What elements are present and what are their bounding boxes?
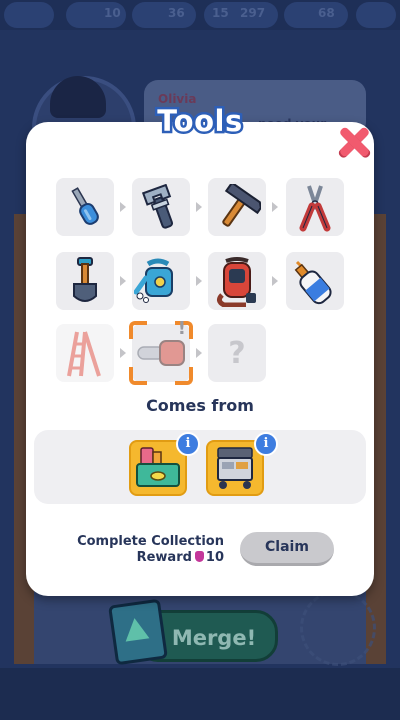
hammer-icon bbox=[222, 184, 261, 227]
resource-value-1: 10 bbox=[104, 6, 121, 20]
item-row-2 bbox=[56, 252, 346, 310]
pruning-shears-icon bbox=[299, 185, 331, 232]
glue-bottle-icon bbox=[294, 260, 332, 305]
item-leaf-blower[interactable] bbox=[208, 252, 266, 310]
item-unknown: ? bbox=[208, 324, 266, 382]
exclamation-icon: ! bbox=[177, 318, 186, 339]
reward-prefix: Reward bbox=[136, 550, 192, 565]
close-icon[interactable] bbox=[338, 126, 370, 158]
leaf-blower-icon bbox=[216, 257, 256, 307]
resource-pill-2: 36 bbox=[132, 2, 196, 28]
settings-button[interactable] bbox=[356, 2, 396, 28]
info-icon[interactable]: i bbox=[254, 432, 278, 456]
item-shovel[interactable] bbox=[56, 252, 114, 310]
gem-icon bbox=[194, 551, 204, 562]
stepladder-icon bbox=[67, 331, 101, 377]
arrow-icon bbox=[272, 276, 278, 286]
selection-corner bbox=[175, 367, 193, 385]
arrow-icon bbox=[196, 276, 202, 286]
stamp-decoration bbox=[300, 590, 376, 666]
sources-panel bbox=[34, 430, 366, 504]
collection-label: Complete Collection bbox=[77, 534, 224, 549]
arrow-icon bbox=[120, 202, 126, 212]
merge-triangle-icon bbox=[122, 616, 150, 642]
arrow-icon bbox=[272, 202, 278, 212]
arrow-icon bbox=[196, 348, 202, 358]
wrench-icon bbox=[141, 184, 174, 229]
resource-pill-3: 15 297 bbox=[204, 2, 278, 28]
selection-corner bbox=[129, 321, 147, 339]
item-row-1 bbox=[56, 178, 346, 236]
item-glue-bottle[interactable] bbox=[286, 252, 344, 310]
shovel-icon bbox=[73, 257, 97, 302]
reward-amount: 10 bbox=[205, 550, 224, 565]
question-mark-icon: ? bbox=[228, 335, 246, 371]
resource-value-4: 297 bbox=[240, 6, 266, 20]
resource-value-3: 15 bbox=[212, 6, 229, 20]
resource-pill-4: 68 bbox=[284, 2, 348, 28]
reward-label: Reward 10 bbox=[60, 550, 224, 565]
claim-button[interactable]: Claim bbox=[240, 532, 334, 566]
item-row-3: ! ? bbox=[56, 318, 346, 385]
watering-can-icon bbox=[134, 258, 173, 303]
item-stepladder-locked[interactable] bbox=[56, 324, 114, 382]
info-icon[interactable]: i bbox=[176, 432, 200, 456]
profile-button[interactable] bbox=[4, 2, 54, 28]
item-screwdriver[interactable] bbox=[56, 178, 114, 236]
resource-value-2: 36 bbox=[168, 6, 185, 20]
resource-pill-1: 10 bbox=[66, 2, 126, 28]
tool-cart-icon bbox=[217, 447, 253, 489]
arrow-icon bbox=[120, 348, 126, 358]
selection-corner bbox=[129, 367, 147, 385]
item-chainsaw-selected[interactable]: ! bbox=[129, 318, 193, 385]
screwdriver-icon bbox=[71, 187, 99, 225]
item-pruning-shears[interactable] bbox=[286, 178, 344, 236]
item-wrench[interactable] bbox=[132, 178, 190, 236]
arrow-icon bbox=[120, 276, 126, 286]
resource-value-5: 68 bbox=[318, 6, 335, 20]
bottom-bar bbox=[0, 668, 400, 720]
item-hammer[interactable] bbox=[208, 178, 266, 236]
item-watering-can[interactable] bbox=[132, 252, 190, 310]
comes-from-heading: Comes from bbox=[146, 396, 254, 415]
arrow-icon bbox=[196, 202, 202, 212]
